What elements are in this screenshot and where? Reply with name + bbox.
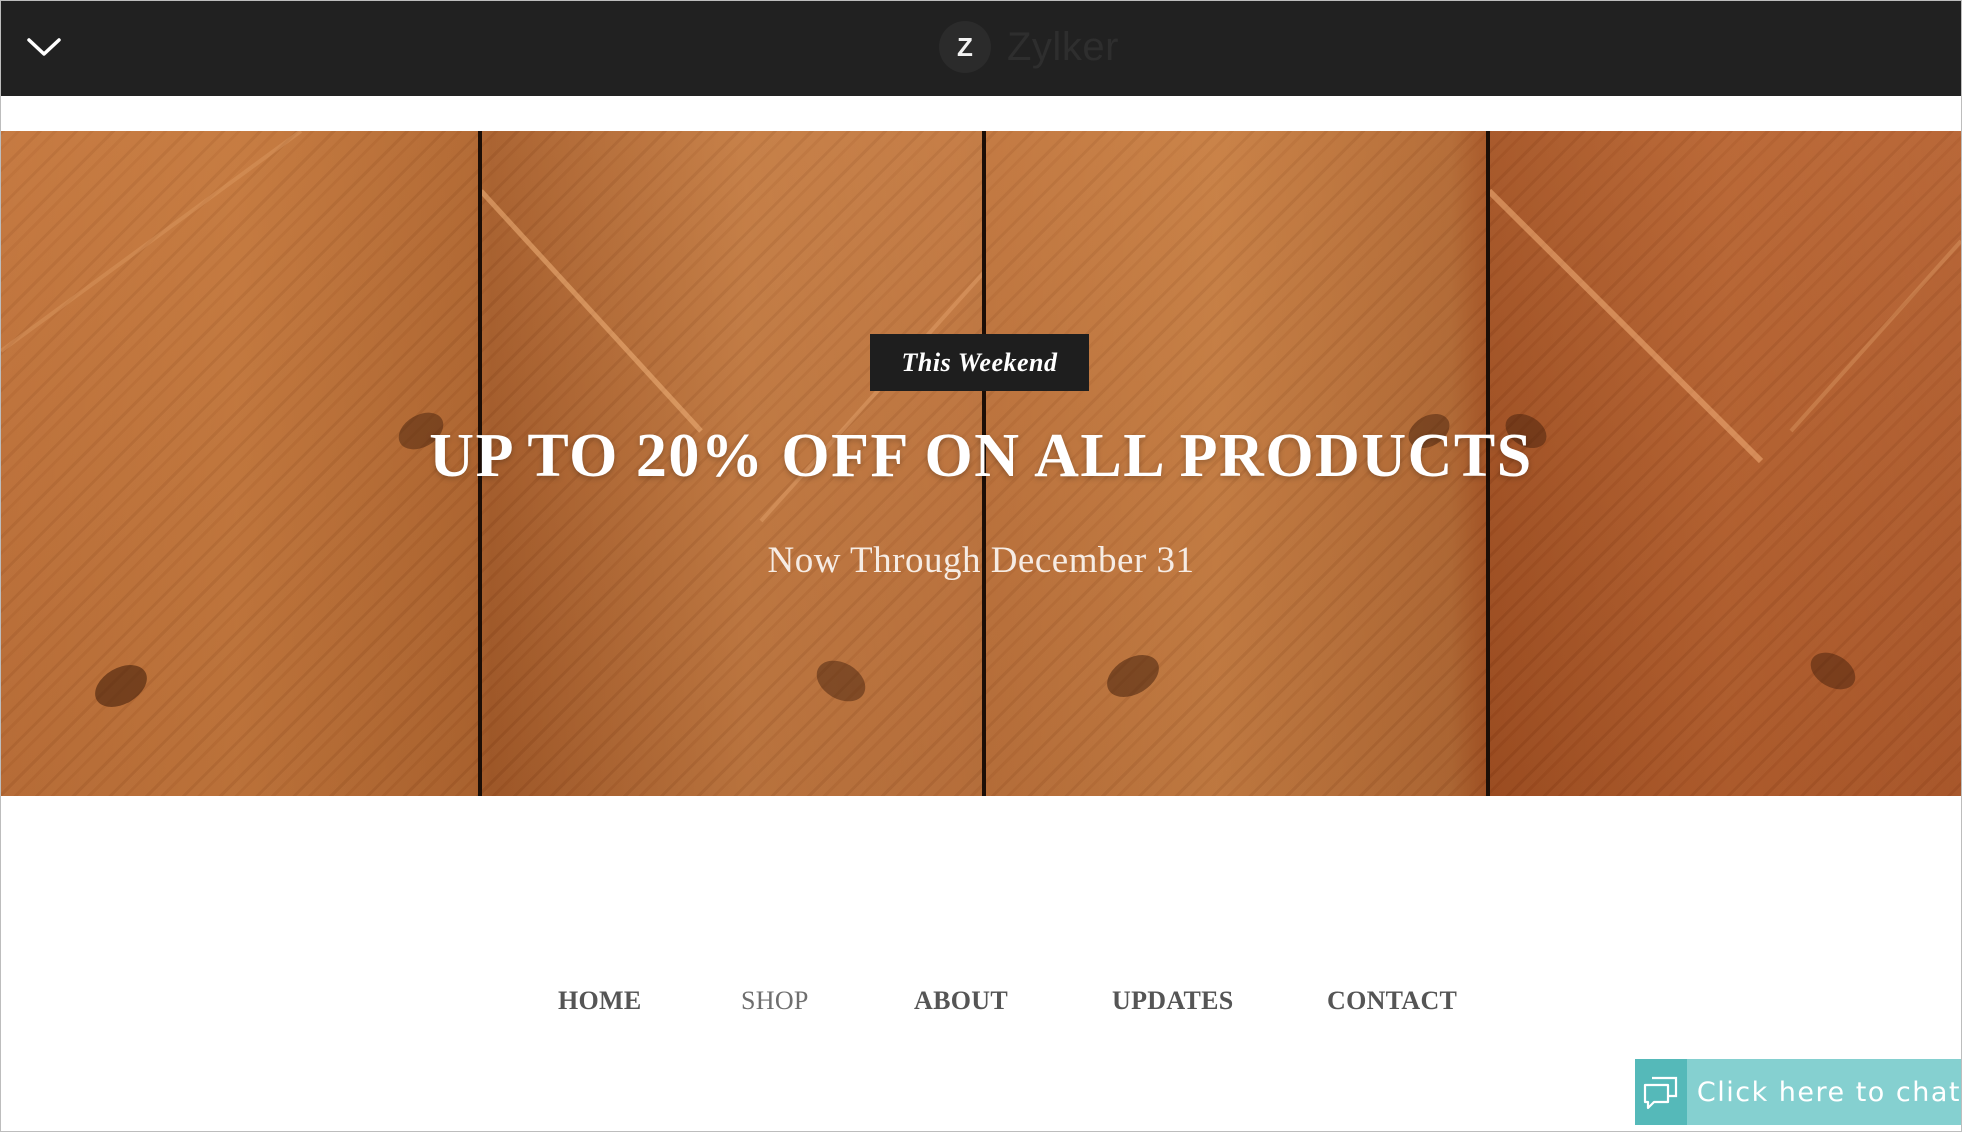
brand-name: Zylker xyxy=(1007,24,1119,69)
hero-banner: This Weekend UP TO 20% OFF ON ALL PRODUC… xyxy=(1,131,1961,796)
site-header: Z Zylker xyxy=(1,1,1961,96)
brand[interactable]: Z Zylker xyxy=(939,19,1119,75)
chat-icon-box xyxy=(1635,1059,1687,1125)
nav-item-contact[interactable]: CONTACT xyxy=(1327,986,1457,1016)
brand-logo: Z xyxy=(939,21,991,73)
nav-item-home[interactable]: HOME xyxy=(558,986,642,1016)
hero-badge: This Weekend xyxy=(870,334,1089,391)
chat-label: Click here to chat xyxy=(1696,1076,1961,1108)
main-nav: HOME SHOP ABOUT UPDATES CONTACT xyxy=(1,986,1961,1026)
nav-item-shop[interactable]: SHOP xyxy=(741,986,809,1016)
chevron-down-icon xyxy=(27,38,61,56)
menu-toggle-button[interactable] xyxy=(19,23,69,73)
chat-bubbles-icon xyxy=(1643,1076,1678,1110)
nav-item-updates[interactable]: UPDATES xyxy=(1112,986,1234,1016)
hero-subtitle: Now Through December 31 xyxy=(767,540,1195,581)
chat-button[interactable]: Click here to chat xyxy=(1635,1059,1961,1125)
browser-viewport: Z Zylker This Weekend UP TO 20% OFF ON A… xyxy=(0,0,1962,1132)
nav-item-about[interactable]: ABOUT xyxy=(914,986,1008,1016)
hero-title: UP TO 20% OFF ON ALL PRODUCTS xyxy=(429,422,1533,490)
